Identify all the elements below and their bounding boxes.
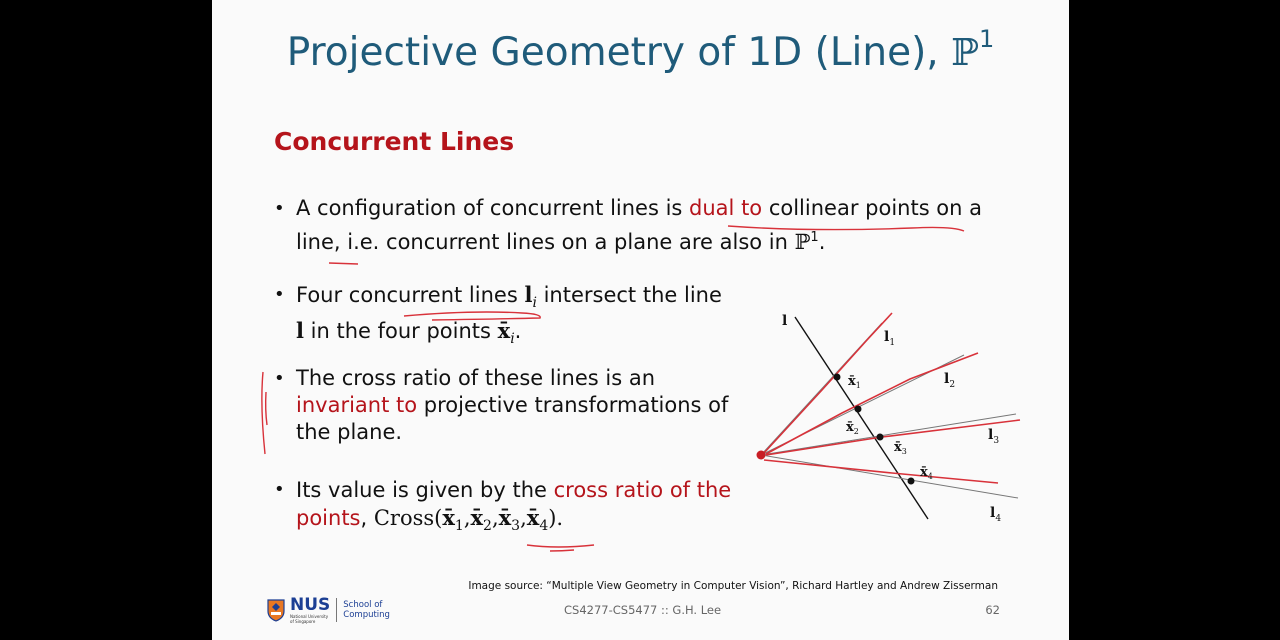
- nus-crest-icon: [267, 599, 285, 622]
- page-number: 62: [985, 603, 1000, 617]
- school-of-computing: School of Computing: [343, 600, 390, 620]
- margin-mark-2: [264, 391, 268, 426]
- underline-on-a-line: [328, 262, 359, 265]
- underline-cross-args: [526, 544, 595, 548]
- logo-divider: [336, 598, 338, 622]
- nus-logo: NUS National University of Singapore Sch…: [266, 596, 390, 624]
- slide: Projective Geometry of 1D (Line), ℙ1 Con…: [212, 0, 1069, 640]
- underline-cross-args-2: [549, 549, 575, 552]
- strike-four-lines: [403, 311, 541, 321]
- image-source-credit: Image source: “Multiple View Geometry in…: [468, 580, 998, 592]
- underline-dual-to: [727, 225, 965, 232]
- course-footer: CS4277-CS5477 :: G.H. Lee: [564, 603, 722, 617]
- annotation-overlay: [261, 225, 965, 552]
- nus-wordmark: NUS National University of Singapore: [290, 594, 331, 624]
- margin-mark-1: [261, 371, 266, 455]
